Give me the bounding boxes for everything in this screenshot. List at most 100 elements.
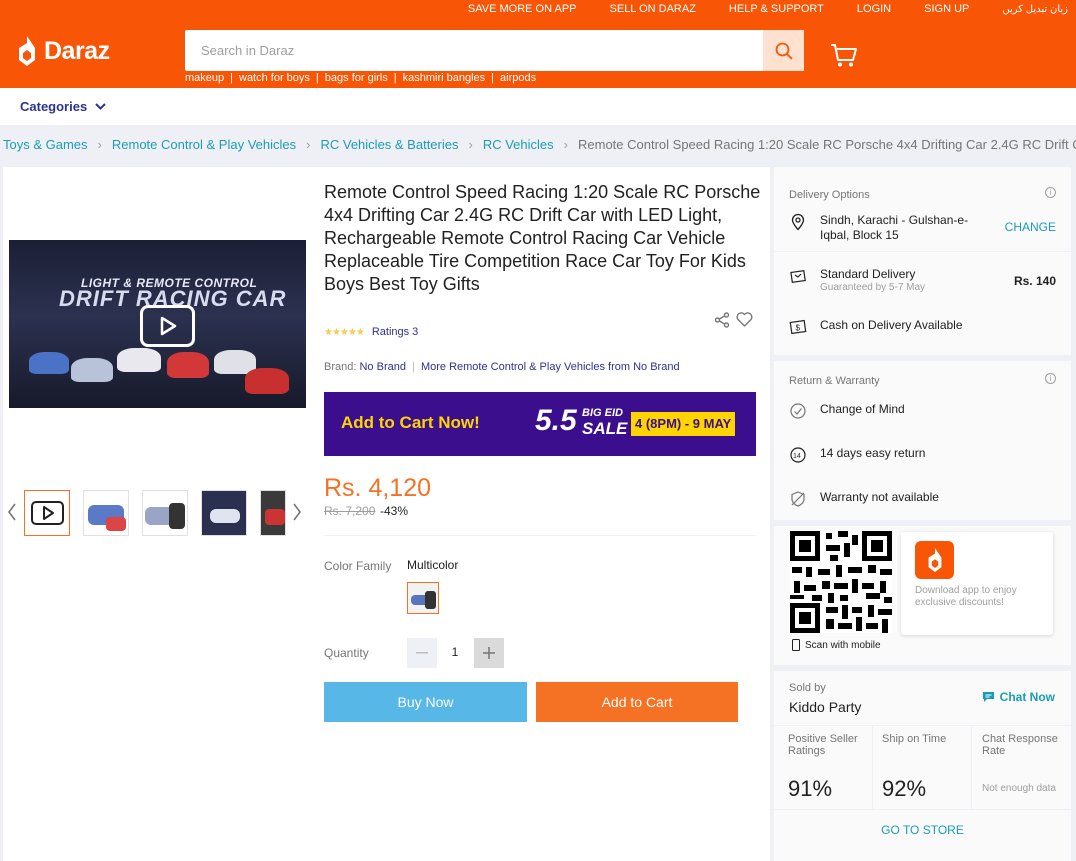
cod-label: Cash on Delivery Available	[820, 318, 963, 332]
return-warranty-label: Return & Warranty	[789, 375, 880, 387]
thumbnail-image[interactable]	[201, 490, 247, 536]
heart-icon[interactable]	[736, 312, 753, 327]
brand-more-link[interactable]: More Remote Control & Play Vehicles from…	[421, 361, 680, 373]
brand-link[interactable]: No Brand	[359, 361, 405, 373]
chevron-right-icon: ›	[306, 137, 311, 152]
color-swatch[interactable]	[407, 582, 439, 614]
warranty-item-label: Change of Mind	[820, 402, 905, 416]
warranty-item-label: Warranty not available	[820, 490, 939, 504]
thumbnail-image[interactable]	[83, 490, 129, 536]
section-separator	[774, 520, 1071, 526]
info-icon[interactable]: i	[1045, 373, 1056, 384]
play-icon	[160, 316, 176, 336]
play-button[interactable]	[140, 305, 195, 347]
warranty-item: Warranty not available	[789, 490, 939, 508]
divider	[324, 535, 756, 536]
categories-dropdown[interactable]: Categories	[20, 99, 106, 114]
buy-now-button[interactable]: Buy Now	[324, 682, 527, 722]
logo-text: Daraz	[44, 36, 110, 65]
suggestion-link[interactable]: watch for boys	[239, 72, 310, 84]
seller-metric: Chat Response Rate Not enough data	[972, 726, 1071, 810]
promo-sale-label: BIG EID SALE	[582, 407, 628, 438]
breadcrumb-link[interactable]: RC Vehicles	[483, 137, 554, 152]
signup-link[interactable]: SIGN UP	[924, 3, 969, 15]
chevron-right-icon: ›	[97, 137, 102, 152]
breadcrumb-link[interactable]: Remote Control & Play Vehicles	[112, 137, 296, 152]
info-icon[interactable]: i	[1045, 187, 1056, 198]
search-button[interactable]	[763, 30, 804, 71]
daraz-logo[interactable]: Daraz	[16, 36, 110, 66]
delivery-sidebar: Delivery Options i Sindh, Karachi - Guls…	[774, 167, 1071, 861]
app-download-text: Download app to enjoy exclusive discount…	[915, 585, 1017, 608]
standard-delivery-label: Standard Delivery	[820, 267, 916, 281]
share-actions	[714, 312, 753, 328]
help-support-link[interactable]: HELP & SUPPORT	[729, 3, 824, 15]
return-14-days-icon: 14	[790, 447, 806, 463]
promo-dates: 4 (8PM) - 9 MAY	[631, 412, 736, 436]
search-box	[185, 30, 804, 71]
login-link[interactable]: LOGIN	[857, 3, 891, 15]
plus-icon	[483, 647, 495, 659]
color-family-value: Multicolor	[407, 558, 459, 572]
delivery-fee: Rs. 140	[1013, 274, 1056, 288]
seller-name[interactable]: Kiddo Party	[789, 699, 861, 715]
category-bar: Categories	[0, 88, 1076, 125]
breadcrumb: Toys & Games › Remote Control & Play Veh…	[3, 137, 1076, 152]
qr-code-image	[790, 531, 892, 633]
metric-label: Ship on Time	[882, 733, 947, 745]
thumbnail-video[interactable]	[24, 490, 70, 536]
search-input[interactable]	[185, 30, 763, 71]
seller-metric: Ship on Time 92%	[873, 726, 972, 810]
cash-icon: $	[789, 319, 807, 335]
svg-text:$: $	[796, 324, 801, 333]
quantity-increase-button[interactable]	[474, 638, 504, 668]
language-switch-link[interactable]: زبان تبدیل کریں	[1002, 4, 1068, 15]
cart-icon[interactable]	[830, 42, 858, 68]
chat-now-button[interactable]: Chat Now	[982, 690, 1055, 704]
quantity-value[interactable]: 1	[443, 645, 467, 659]
save-more-on-app-link[interactable]: SAVE MORE ON APP	[468, 3, 577, 15]
suggestion-link[interactable]: kashmiri bangles	[403, 72, 486, 84]
ratings-link[interactable]: Ratings 3	[372, 326, 418, 338]
breadcrumb-link[interactable]: Toys & Games	[3, 137, 88, 152]
suggestion-link[interactable]: makeup	[185, 72, 224, 84]
car-image	[71, 358, 113, 382]
metric-value: 92%	[882, 776, 927, 801]
scan-with-mobile: Scan with mobile	[792, 639, 881, 651]
share-icon[interactable]	[714, 312, 730, 328]
thumbnail-strip	[3, 487, 309, 541]
seller-metrics: Positive Seller Ratings 91% Ship on Time…	[774, 725, 1071, 810]
warranty-item: Change of Mind	[789, 402, 905, 420]
product-video-preview[interactable]: LIGHT & REMOTE CONTROL DRIFT RACING CAR	[9, 240, 306, 408]
chevron-right-icon: ›	[563, 137, 568, 152]
change-of-mind-icon	[790, 403, 806, 419]
quantity-decrease-button[interactable]	[407, 638, 437, 668]
section-separator	[774, 355, 1071, 361]
promo-banner[interactable]: Add to Cart Now! 5.5 BIG EID SALE 4 (8PM…	[324, 392, 756, 456]
car-image	[117, 348, 161, 372]
chat-icon	[982, 692, 994, 702]
color-family-label: Color Family	[324, 559, 392, 573]
go-to-store-link[interactable]: GO TO STORE	[774, 823, 1071, 837]
change-location-link[interactable]: CHANGE	[1005, 220, 1056, 234]
chevron-left-icon[interactable]	[7, 503, 17, 521]
star-rating-icon: ★★★★★	[324, 326, 365, 338]
thumbnail-image[interactable]	[142, 490, 188, 536]
daraz-app-icon	[915, 541, 954, 579]
product-title: Remote Control Speed Racing 1:20 Scale R…	[324, 182, 761, 294]
seller-metric: Positive Seller Ratings 91%	[774, 726, 873, 810]
svg-text:14: 14	[793, 453, 801, 460]
suggestion-link[interactable]: airpods	[500, 72, 536, 84]
car-image	[245, 368, 289, 394]
warranty-item: 14 14 days easy return	[789, 446, 925, 464]
sell-on-daraz-link[interactable]: SELL ON DARAZ	[610, 3, 696, 15]
chevron-right-icon[interactable]	[292, 503, 302, 521]
add-to-cart-button[interactable]: Add to Cart	[536, 682, 738, 722]
app-download-card[interactable]: Download app to enjoy exclusive discount…	[901, 532, 1053, 635]
metric-label: Positive Seller Ratings	[788, 733, 858, 757]
thumbnail-image[interactable]	[260, 490, 286, 536]
video-icon	[31, 501, 64, 525]
suggestion-link[interactable]: bags for girls	[325, 72, 388, 84]
metric-value: 91%	[788, 776, 833, 801]
breadcrumb-link[interactable]: RC Vehicles & Batteries	[320, 137, 458, 152]
